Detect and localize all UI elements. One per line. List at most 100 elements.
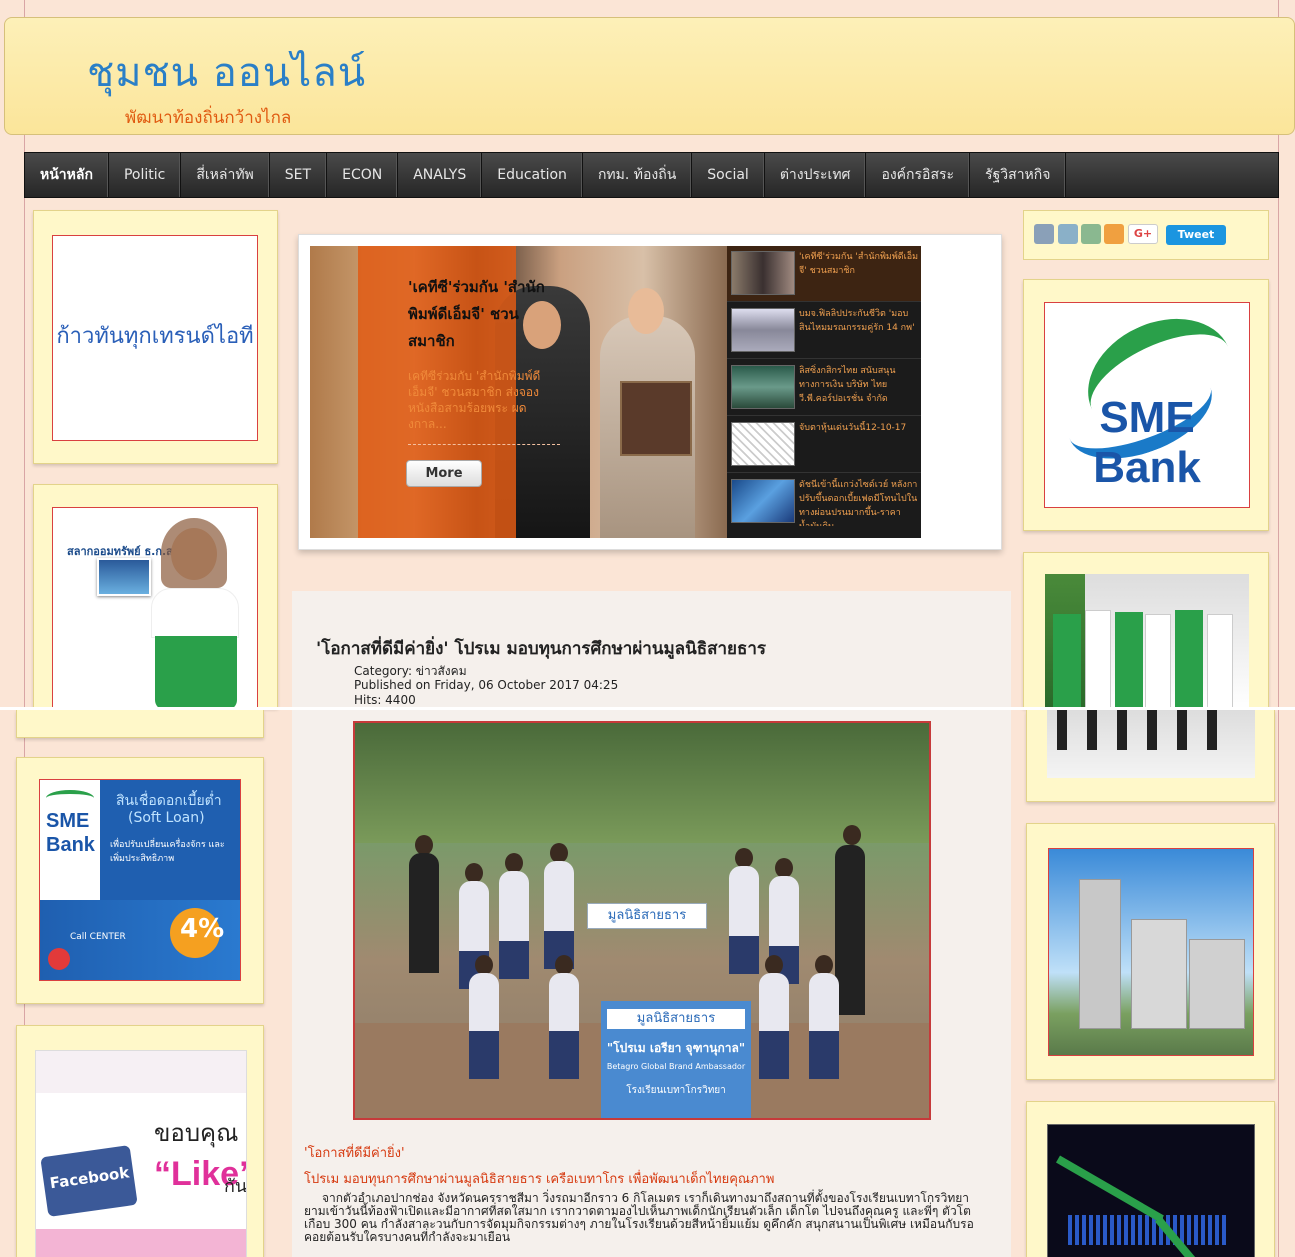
nav-item-social[interactable]: Social (692, 153, 765, 197)
slider-thumb-item[interactable]: 'เคทีซี'ร่วมกัน 'สำนักพิมพ์ดีเอ็มจี' ชวน… (727, 246, 921, 302)
call-center-label: Call CENTER (70, 932, 126, 942)
photo-kid-skirt (549, 1031, 579, 1079)
staff-person (1085, 610, 1111, 709)
slide-divider (408, 444, 560, 445)
photo-kid (729, 866, 759, 936)
photo-kid (469, 973, 499, 1031)
facebook-label: Facebook (48, 1163, 131, 1193)
nav-item-foreign[interactable]: ต่างประเทศ (765, 153, 867, 197)
right-banner-box-2-bottom (1026, 710, 1275, 802)
site-header: ชุมชน ออนไลน์ พัฒนาท้องถิ่นกว้างไกล (4, 17, 1295, 135)
google-plus-button[interactable]: G+ (1128, 224, 1158, 244)
thumb-image (731, 251, 795, 295)
photo-kid-head (550, 843, 568, 863)
slide-title[interactable]: 'เคทีซี'ร่วมกัน 'สำนักพิมพ์ดีเอ็มจี' ชวน… (408, 274, 558, 355)
photo-banner-board: มูลนิธิสายธาร "โปรเม เอรียา จุฑานุกาล" B… (601, 1001, 751, 1118)
thumb-image (731, 308, 795, 352)
nav-item-independent-org[interactable]: องค์กรอิสระ (866, 153, 971, 197)
slider-thumb-item[interactable]: บมจ.ฟิลลิปประกันชีวิต 'มอบสินไหมมรณกรรมค… (727, 303, 921, 359)
staff-person (1053, 614, 1081, 709)
photo-kid-head (465, 863, 483, 883)
photo-kid-head (555, 955, 573, 975)
nav-item-home[interactable]: หน้าหลัก (25, 153, 109, 197)
lottery-card-image (97, 558, 151, 596)
photo-kid-head (815, 955, 833, 975)
nav-item-politic[interactable]: Politic (109, 153, 182, 197)
article-hits: Hits: 4400 (354, 693, 416, 707)
slider-thumb-item[interactable]: ลิสซิ่งกสิกรไทย สนับสนุนทางการเงิน บริษั… (727, 360, 921, 416)
thumb-image (731, 422, 795, 466)
stock-trend-line (1056, 1155, 1164, 1223)
more-button[interactable]: More (406, 460, 482, 487)
phone-icon (48, 948, 70, 970)
nav-item-bangkok-local[interactable]: กทม. ท้องถิ่น (583, 153, 693, 197)
photo-person (409, 853, 439, 973)
staff-photo[interactable] (1045, 574, 1249, 709)
facebook-like-banner[interactable]: ขอบคุณ Facebook “Like” กัน (35, 1050, 247, 1257)
photo-kid (549, 973, 579, 1031)
article-body: จากตัวอำเภอปากช่อง จังหวัดนครราชสีมา วิ่… (304, 1191, 974, 1244)
sme-label: SME (46, 810, 90, 832)
it-trend-text: ก้าวทันทุกเทรนด์ไอที (56, 324, 254, 349)
nav-item-econ[interactable]: ECON (327, 153, 399, 197)
photo-kid-skirt (469, 1031, 499, 1079)
left-banner-box-2: สลากออมทรัพย์ ธ.ก.ส. (33, 484, 278, 709)
lottery-banner[interactable]: สลากออมทรัพย์ ธ.ก.ส. (52, 507, 258, 709)
sme-swoosh-icon (46, 790, 94, 806)
photo-kid-head (775, 858, 793, 878)
sme-bank-banner[interactable]: SME Bank (1044, 302, 1250, 508)
screenshot-seam (0, 707, 1295, 710)
staff-person (1207, 614, 1233, 709)
thumb-text: ดัชนีเข้านี้แกว่งไซด์เวย์ หลังกาปรับขึ้น… (799, 480, 918, 526)
photo-kid-skirt (729, 936, 759, 974)
factory-banner[interactable] (1048, 848, 1254, 1056)
photo-board-caption2: Betagro Global Brand Ambassador (606, 1062, 746, 1071)
article-subheading-2: โปรเม มอบทุนการศึกษาผ่านมูลนิธิสายธาร เค… (304, 1172, 775, 1187)
it-trend-banner[interactable]: ก้าวทันทุกเทรนด์ไอที (52, 235, 258, 441)
site-tagline: พัฒนาท้องถิ่นกว้างไกล (125, 108, 292, 128)
soft-loan-subtitle: (Soft Loan) (128, 810, 205, 826)
facebook-banner-footer (36, 1229, 246, 1257)
nav-item-education[interactable]: Education (482, 153, 583, 197)
factory-tower (1079, 879, 1121, 1029)
photo-kid (769, 876, 799, 946)
photo-person-head (843, 825, 861, 845)
delicious-icon[interactable] (1081, 224, 1101, 244)
left-banner-box-4: ขอบคุณ Facebook “Like” กัน (16, 1025, 264, 1257)
nav-item-analys[interactable]: ANALYS (398, 153, 483, 197)
slider-main-image[interactable]: 'เคทีซี'ร่วมกัน 'สำนักพิมพ์ดีเอ็มจี' ชวน… (310, 246, 727, 538)
article-title[interactable]: 'โอกาสที่ดีมีค่ายิ่ง' โปรเม มอบทุนการศึก… (316, 635, 766, 662)
nav-item-set[interactable]: SET (270, 153, 328, 197)
photo-kid (544, 861, 574, 931)
article-photo[interactable]: มูลนิธิสายธาร มูลนิธิสายธาร "โปรเม เอรีย… (353, 721, 931, 1120)
photo-kid-head (735, 848, 753, 868)
nav-item-state-enterprise[interactable]: รัฐวิสาหกิจ (970, 153, 1067, 197)
soft-loan-banner[interactable]: SME Bank สินเชื่อดอกเบี้ยต่ำ (Soft Loan)… (39, 779, 241, 981)
main-nav: หน้าหลัก Politic สี่เหล่าทัพ SET ECON AN… (24, 152, 1279, 198)
rss-icon[interactable] (1104, 224, 1124, 244)
site-title[interactable]: ชุมชน ออนไลน์ (87, 40, 366, 104)
slider-thumb-item[interactable]: ดัชนีเข้านี้แกว่งไซด์เวย์ หลังกาปรับขึ้น… (727, 474, 921, 530)
right-banner-box-1: SME Bank (1023, 279, 1269, 531)
staff-photo-bottom (1047, 710, 1255, 778)
photo-kid-skirt (759, 1031, 789, 1079)
right-banner-box-3 (1026, 823, 1275, 1080)
slider-thumb-item[interactable]: จับตาหุ้นเด่นวันนี้12-10-17 (727, 417, 921, 473)
facebook-banner-header (36, 1051, 246, 1093)
featured-slider: 'เคทีซี'ร่วมกัน 'สำนักพิมพ์ดีเอ็มจี' ชวน… (298, 234, 1002, 550)
photo-board-foundation: มูลนิธิสายธาร (607, 1009, 745, 1029)
photo-kid (459, 881, 489, 951)
staff-legs (1057, 710, 1237, 750)
tweet-button[interactable]: Tweet (1166, 225, 1226, 245)
stock-volume-bars (1068, 1215, 1228, 1245)
nav-item-armed-forces[interactable]: สี่เหล่าทัพ (181, 153, 270, 197)
twitter-share-icon[interactable] (1058, 224, 1078, 244)
model-top-image (151, 588, 239, 638)
factory-silo (1131, 919, 1187, 1029)
slide-face-woman (628, 288, 664, 334)
bank-label: Bank (46, 834, 95, 856)
factory-silo (1189, 939, 1245, 1029)
photo-person-head (415, 835, 433, 855)
facebook-icon[interactable] (1034, 224, 1054, 244)
stock-chart-banner[interactable] (1047, 1124, 1255, 1257)
